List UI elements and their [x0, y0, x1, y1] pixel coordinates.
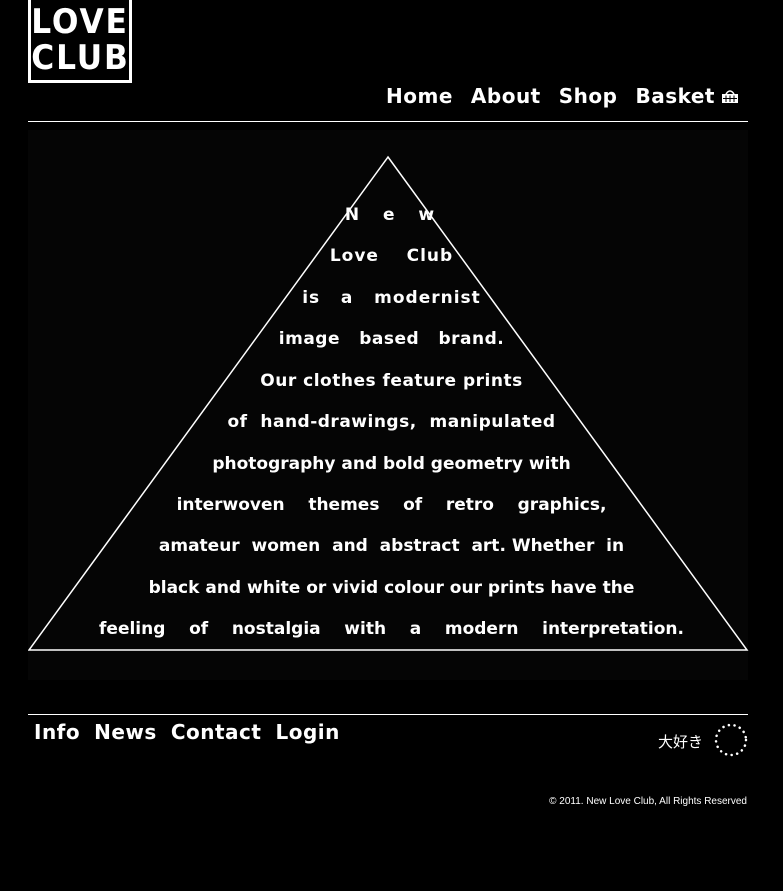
header-divider	[28, 121, 748, 122]
pyramid-line: amateur women and abstract art. Whether …	[158, 536, 625, 556]
pyramid-line: black and white or vivid colour our prin…	[148, 578, 635, 598]
logo-line-club: CLUB	[30, 37, 130, 78]
footer-login-link[interactable]: Login	[275, 720, 339, 744]
top-nav: Home About Shop Basket	[386, 84, 739, 108]
pyramid-line: interwoven themes of retro graphics,	[176, 495, 607, 515]
logo[interactable]: LOVE CLUB	[28, 0, 132, 83]
footer-contact-link[interactable]: Contact	[171, 720, 262, 744]
basket-icon[interactable]	[721, 87, 739, 105]
footer-news-link[interactable]: News	[94, 720, 157, 744]
logo-line-love: LOVE	[31, 1, 129, 42]
pyramid-line: Our clothes feature prints	[260, 371, 523, 391]
pyramid-line: of hand-drawings, manipulated	[227, 412, 556, 432]
nav-home-link[interactable]: Home	[386, 84, 453, 108]
nav-about-link[interactable]: About	[471, 84, 541, 108]
footer-nav: Info News Contact Login	[34, 720, 340, 744]
pyramid-line: N e w	[344, 205, 439, 225]
pyramid-line: is a modernist	[302, 288, 481, 308]
nav-basket[interactable]: Basket	[635, 84, 739, 108]
nav-basket-link[interactable]: Basket	[635, 84, 715, 108]
pyramid-line: feeling of nostalgia with a modern inter…	[99, 619, 684, 639]
footer-divider	[28, 714, 748, 715]
pyramid-line: image based brand.	[278, 329, 505, 349]
nav-shop-link[interactable]: Shop	[559, 84, 618, 108]
footer-info-link[interactable]: Info	[34, 720, 80, 744]
copyright-text: © 2011. New Love Club, All Rights Reserv…	[549, 796, 747, 807]
dotted-circle-icon[interactable]	[713, 722, 749, 758]
pyramid-line: Love Club	[329, 246, 454, 266]
daisuki-link[interactable]: 大好き	[658, 731, 703, 752]
pyramid-line: photography and bold geometry with	[212, 454, 571, 474]
